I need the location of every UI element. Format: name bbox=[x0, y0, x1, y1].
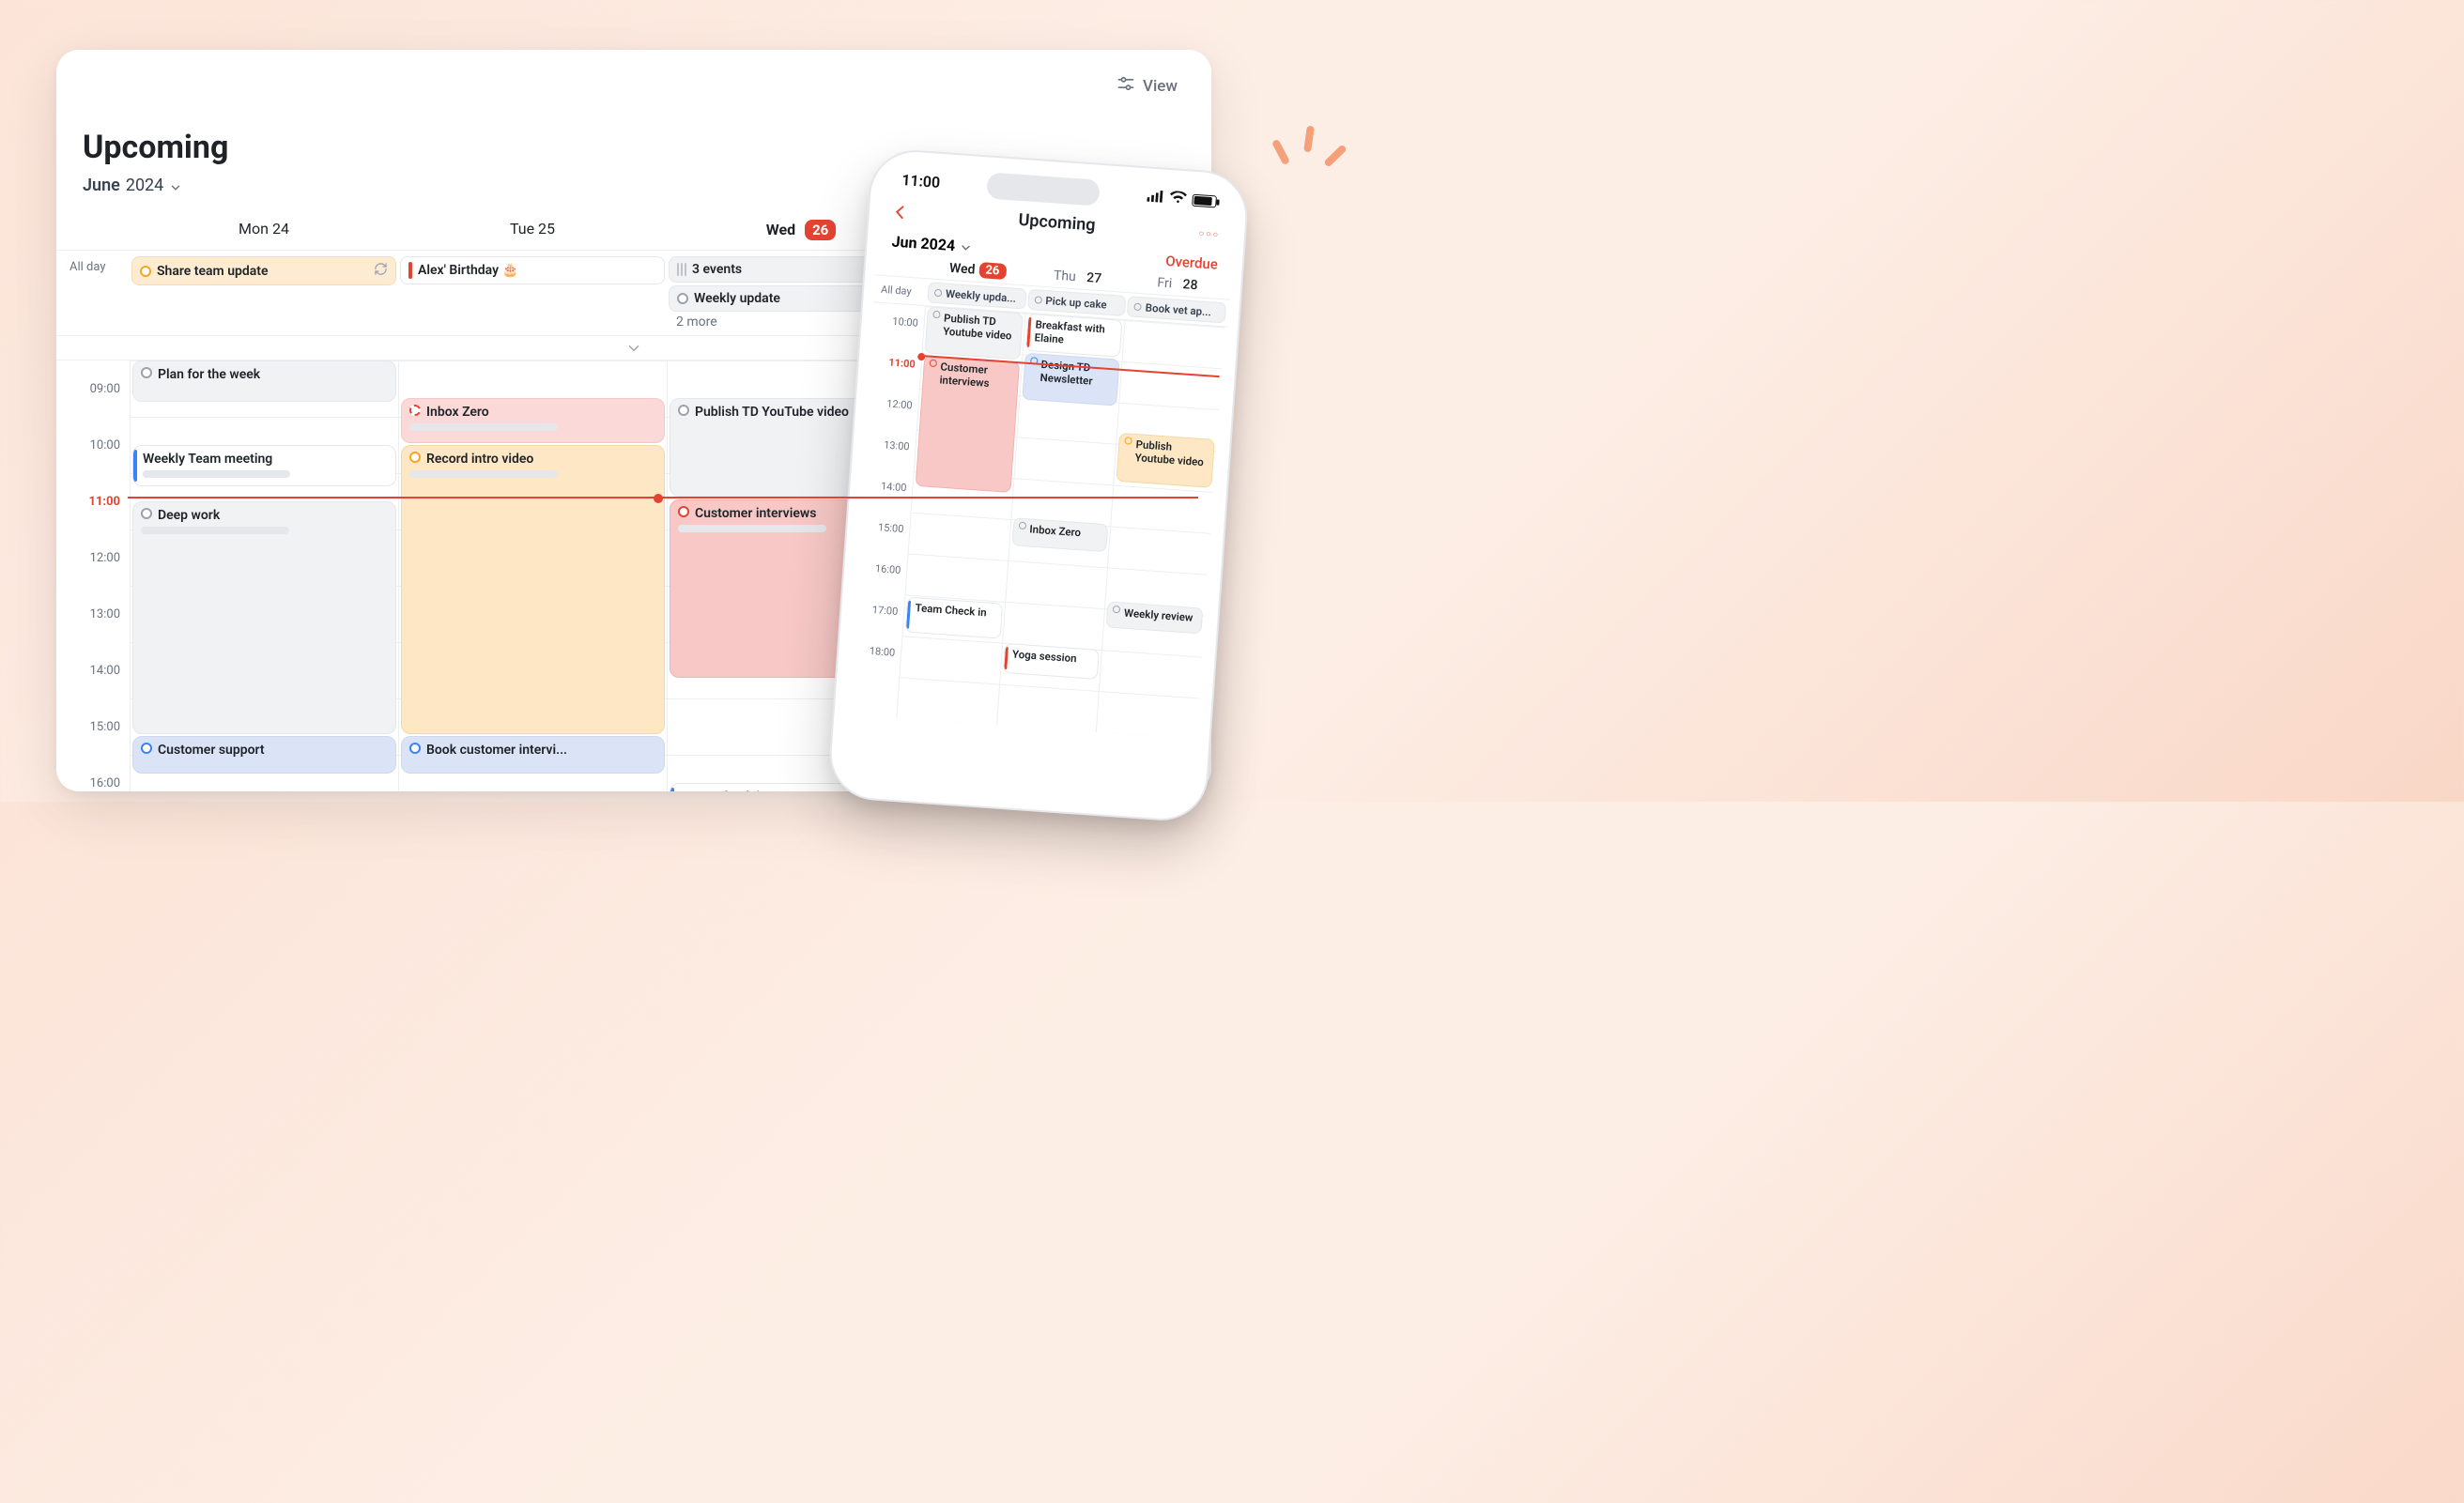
month-name: June bbox=[83, 176, 120, 195]
priority-ring-icon bbox=[409, 743, 421, 754]
more-button[interactable]: ○○○ bbox=[1198, 228, 1220, 240]
signal-icon bbox=[1147, 188, 1164, 207]
hour-label: 18:00 bbox=[850, 644, 901, 689]
priority-ring-icon bbox=[141, 508, 152, 519]
event-design-newsletter[interactable]: Design TD Newsletter bbox=[1022, 353, 1120, 406]
hour-label: 14:00 bbox=[861, 479, 913, 524]
sliders-icon bbox=[1116, 74, 1135, 98]
priority-ring-icon bbox=[1018, 522, 1026, 530]
time-column: 09:00 10:00 11:00 12:00 13:00 14:00 15:0… bbox=[64, 360, 130, 791]
hour-label: 13:00 bbox=[64, 607, 130, 664]
event-breakfast[interactable]: Breakfast with Elaine bbox=[1025, 314, 1123, 358]
event-bar-icon bbox=[408, 262, 412, 279]
phone-allday-wed[interactable]: Weekly upda... bbox=[927, 282, 1026, 309]
hour-label: 16:00 bbox=[855, 561, 907, 606]
priority-ring-icon bbox=[930, 360, 938, 368]
allday-event-share-update[interactable]: Share team update bbox=[131, 256, 396, 285]
event-publish-video[interactable]: Publish TD Youtube video bbox=[925, 306, 1024, 360]
today-badge: 26 bbox=[805, 220, 836, 240]
event-deep-work[interactable]: Deep work bbox=[132, 501, 396, 734]
priority-ring-icon bbox=[932, 311, 941, 319]
priority-ring-icon bbox=[409, 405, 421, 416]
hour-label: 09:00 bbox=[64, 382, 130, 438]
phone-allday-fri[interactable]: Book vet ap... bbox=[1127, 296, 1226, 323]
phone-allday-label: All day bbox=[877, 283, 927, 299]
status-time: 11:00 bbox=[901, 171, 941, 192]
battery-icon bbox=[1192, 193, 1217, 207]
priority-ring-icon bbox=[141, 367, 152, 378]
priority-ring-icon bbox=[1134, 303, 1143, 312]
hour-label: 15:00 bbox=[858, 520, 910, 565]
hour-label: 10:00 bbox=[64, 438, 130, 495]
chevron-down-icon bbox=[959, 239, 973, 253]
all-day-label: All day bbox=[64, 254, 130, 274]
day-column-tue[interactable]: Inbox Zero Record intro video Book custo… bbox=[398, 360, 667, 791]
chevron-down-icon bbox=[169, 179, 182, 192]
phone-month-selector[interactable]: Jun 2024 bbox=[891, 232, 973, 255]
event-weekly-review[interactable]: Weekly review bbox=[1106, 601, 1203, 634]
month-year: 2024 bbox=[126, 176, 163, 195]
now-indicator bbox=[128, 497, 1198, 498]
hour-label: 16:00 bbox=[64, 776, 130, 791]
event-customer-support[interactable]: Customer support bbox=[132, 736, 396, 774]
phone-title: Upcoming bbox=[1018, 210, 1096, 236]
hour-label: 12:00 bbox=[867, 396, 918, 441]
hour-label: 14:00 bbox=[64, 664, 130, 720]
hour-label: 12:00 bbox=[64, 551, 130, 607]
hour-label: 13:00 bbox=[864, 437, 916, 483]
event-weekly-meeting[interactable]: Weekly Team meeting bbox=[132, 445, 396, 486]
hour-label: 17:00 bbox=[853, 603, 904, 648]
priority-ring-icon bbox=[1034, 296, 1042, 304]
back-button[interactable] bbox=[891, 203, 909, 224]
event-inbox-zero[interactable]: Inbox Zero bbox=[1011, 517, 1109, 552]
overdue-link[interactable]: Overdue bbox=[1165, 252, 1219, 272]
hour-label: 10:00 bbox=[872, 314, 924, 359]
priority-ring-icon bbox=[1125, 437, 1133, 445]
today-badge: 26 bbox=[978, 262, 1007, 280]
event-record-intro[interactable]: Record intro video bbox=[401, 445, 665, 734]
priority-ring-icon bbox=[934, 289, 943, 298]
priority-ring-icon bbox=[1113, 606, 1121, 614]
grip-icon bbox=[677, 263, 686, 276]
view-button-label: View bbox=[1143, 77, 1178, 96]
phone-allday-thu[interactable]: Pick up cake bbox=[1027, 289, 1127, 316]
event-plan-week[interactable]: Plan for the week bbox=[132, 360, 396, 402]
hour-label-now: 11:00 bbox=[870, 355, 921, 400]
day-header-tue[interactable]: Tue 25 bbox=[398, 214, 667, 250]
event-yoga[interactable]: Yoga session bbox=[1003, 643, 1101, 680]
dynamic-island bbox=[987, 172, 1101, 206]
wifi-icon bbox=[1169, 190, 1187, 208]
view-button[interactable]: View bbox=[1116, 74, 1178, 98]
priority-ring-icon bbox=[409, 452, 421, 463]
priority-ring-icon bbox=[678, 405, 689, 416]
priority-ring-icon bbox=[140, 266, 151, 277]
recurring-icon bbox=[374, 262, 388, 280]
event-team-checkin[interactable]: Team Check in bbox=[905, 597, 1003, 639]
phone-mockup: 11:00 Upcoming ○○○ Jun 2024 Overdue Wed … bbox=[828, 149, 1248, 821]
event-customer-interviews[interactable]: Customer interviews bbox=[916, 355, 1020, 493]
priority-ring-icon bbox=[678, 506, 689, 517]
hour-label-now: 11:00 bbox=[64, 495, 130, 551]
event-publish-video-fri[interactable]: Publish Youtube video bbox=[1116, 433, 1215, 488]
event-inbox-zero-tue[interactable]: Inbox Zero bbox=[401, 398, 665, 443]
priority-ring-icon bbox=[677, 293, 688, 304]
now-dot-icon bbox=[654, 494, 663, 503]
hour-label: 15:00 bbox=[64, 720, 130, 776]
priority-ring-icon bbox=[141, 743, 152, 754]
allday-event-birthday[interactable]: Alex' Birthday 🎂 bbox=[400, 256, 665, 284]
day-column-mon[interactable]: Plan for the week Weekly Team meeting De… bbox=[130, 360, 398, 791]
day-header-mon[interactable]: Mon 24 bbox=[130, 214, 398, 250]
event-book-interviews[interactable]: Book customer intervi... bbox=[401, 736, 665, 774]
